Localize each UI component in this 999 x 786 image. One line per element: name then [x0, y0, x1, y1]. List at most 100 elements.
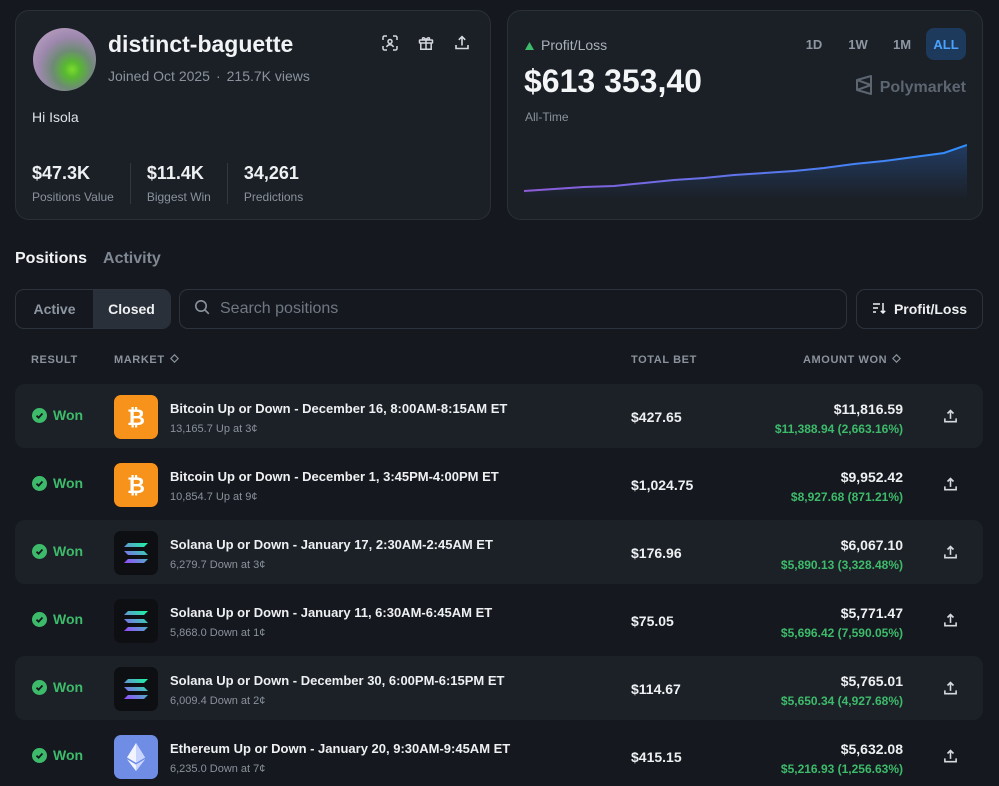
- market-title[interactable]: Bitcoin Up or Down - December 16, 8:00AM…: [170, 401, 507, 416]
- check-circle-icon: [32, 407, 47, 423]
- total-bet: $415.15: [631, 749, 682, 765]
- share-icon[interactable]: [452, 33, 472, 53]
- header-result: RESULT: [31, 354, 78, 366]
- timeframe-1d[interactable]: 1D: [794, 28, 834, 60]
- stat-label: Biggest Win: [146, 190, 211, 204]
- amount-won: $11,816.59: [833, 401, 903, 417]
- avatar[interactable]: [33, 28, 96, 91]
- header-amount-won-label: AMOUNT WON: [803, 354, 888, 366]
- filter-closed[interactable]: Closed: [93, 290, 170, 328]
- market-title[interactable]: Solana Up or Down - January 17, 2:30AM-2…: [170, 537, 493, 552]
- table-row[interactable]: Won Solana Up or Down - January 11, 6:30…: [15, 588, 983, 652]
- sort-diamond-icon: [169, 353, 179, 366]
- result-text: Won: [53, 475, 84, 491]
- share-icon[interactable]: [941, 543, 959, 561]
- result-text: Won: [53, 611, 84, 627]
- sort-button[interactable]: Profit/Loss: [856, 289, 983, 329]
- timeframe-all[interactable]: ALL: [926, 28, 966, 60]
- header-total-bet: TOTAL BET: [631, 354, 697, 366]
- check-circle-icon: [32, 611, 47, 627]
- sort-diamond-icon: [892, 353, 902, 366]
- pnl-value: $613 353,40: [524, 63, 702, 99]
- share-icon[interactable]: [941, 679, 959, 697]
- profit-gain: $11,388.94 (2,663.16%): [774, 422, 903, 436]
- share-icon[interactable]: [941, 407, 959, 425]
- result-badge: Won: [32, 747, 83, 763]
- market-title[interactable]: Solana Up or Down - January 11, 6:30AM-6…: [170, 605, 492, 620]
- result-badge: Won: [32, 611, 83, 627]
- check-circle-icon: [32, 679, 47, 695]
- bitcoin-icon: ₿: [114, 463, 158, 507]
- search-input[interactable]: [220, 300, 820, 318]
- total-bet: $114.67: [631, 681, 681, 697]
- market-title[interactable]: Solana Up or Down - December 30, 6:00PM-…: [170, 673, 504, 688]
- profit-gain: $5,890.13 (3,328.48%): [780, 558, 903, 572]
- search-icon: [194, 299, 210, 320]
- joined-date: Joined Oct 2025: [108, 68, 210, 84]
- tab-positions[interactable]: Positions: [15, 250, 87, 268]
- table-row[interactable]: Won ₿ Bitcoin Up or Down - December 1, 3…: [15, 452, 983, 516]
- table-row[interactable]: Won ₿ Bitcoin Up or Down - December 16, …: [15, 384, 983, 448]
- header-market-label: MARKET: [114, 354, 165, 366]
- header-market[interactable]: MARKET: [114, 353, 179, 366]
- market-subtitle: 5,868.0 Down at 1¢: [170, 627, 266, 639]
- view-count: 215.7K views: [226, 68, 310, 84]
- pnl-label: Profit/Loss: [525, 37, 607, 53]
- stat-label: Positions Value: [32, 190, 114, 204]
- table-row[interactable]: Won Solana Up or Down - December 30, 6:0…: [15, 656, 983, 720]
- meta-separator: ·: [215, 68, 221, 84]
- share-icon[interactable]: [941, 475, 959, 493]
- result-badge: Won: [32, 407, 83, 423]
- profile-stats: $47.3K Positions Value $11.4K Biggest Wi…: [32, 163, 335, 204]
- market-title[interactable]: Bitcoin Up or Down - December 1, 3:45PM-…: [170, 469, 499, 484]
- greeting: Hi Isola: [32, 109, 79, 125]
- pnl-card: Profit/Loss $613 353,40 All-Time 1D 1W 1…: [507, 10, 983, 220]
- stat-label: Predictions: [243, 190, 304, 204]
- check-circle-icon: [32, 543, 47, 559]
- header-amount-won[interactable]: AMOUNT WON: [803, 353, 902, 366]
- search-box: [179, 289, 847, 329]
- market-subtitle: 6,279.7 Down at 3¢: [170, 559, 266, 571]
- timeframe-selector: 1D 1W 1M ALL: [794, 28, 966, 60]
- table-row[interactable]: Won Ethereum Up or Down - January 20, 9:…: [15, 724, 983, 786]
- amount-won: $5,632.08: [840, 741, 903, 757]
- gift-icon[interactable]: [416, 33, 436, 53]
- polymarket-brand: Polymarket: [855, 75, 966, 100]
- total-bet: $176.96: [631, 545, 682, 561]
- timeframe-1w[interactable]: 1W: [838, 28, 878, 60]
- market-subtitle: 6,235.0 Down at 7¢: [170, 763, 266, 775]
- stat-predictions: 34,261 Predictions: [244, 163, 319, 204]
- share-icon[interactable]: [941, 747, 959, 765]
- result-badge: Won: [32, 543, 83, 559]
- result-text: Won: [53, 407, 84, 423]
- check-circle-icon: [32, 747, 47, 763]
- bitcoin-icon: ₿: [114, 395, 158, 439]
- profit-gain: $5,216.93 (1,256.63%): [780, 762, 903, 776]
- market-title[interactable]: Ethereum Up or Down - January 20, 9:30AM…: [170, 741, 510, 756]
- scan-icon[interactable]: [380, 33, 400, 53]
- pnl-chart: [524, 144, 967, 199]
- tab-activity[interactable]: Activity: [103, 250, 161, 268]
- pnl-chart-area: [524, 145, 967, 199]
- filter-active[interactable]: Active: [16, 290, 93, 328]
- status-toggle: Active Closed: [15, 289, 171, 329]
- username: distinct-baguette: [108, 31, 294, 57]
- amount-won: $5,771.47: [840, 605, 903, 621]
- solana-icon: [114, 667, 158, 711]
- profit-gain: $5,696.42 (7,590.05%): [780, 626, 903, 640]
- timeframe-1m[interactable]: 1M: [882, 28, 922, 60]
- table-row[interactable]: Won Solana Up or Down - January 17, 2:30…: [15, 520, 983, 584]
- market-subtitle: 6,009.4 Down at 2¢: [170, 695, 266, 707]
- result-text: Won: [53, 679, 84, 695]
- sort-label: Profit/Loss: [893, 301, 968, 317]
- share-icon[interactable]: [941, 611, 959, 629]
- polymarket-logo-icon: [855, 75, 873, 100]
- pnl-label-text: Profit/Loss: [541, 37, 608, 53]
- svg-text:₿: ₿: [127, 473, 145, 498]
- total-bet: $1,024.75: [631, 477, 694, 493]
- profile-actions: [380, 33, 472, 53]
- profit-gain: $5,650.34 (4,927.68%): [780, 694, 903, 708]
- profit-gain: $8,927.68 (871.21%): [790, 490, 903, 504]
- market-subtitle: 10,854.7 Up at 9¢: [170, 491, 258, 503]
- ethereum-icon: [114, 735, 158, 779]
